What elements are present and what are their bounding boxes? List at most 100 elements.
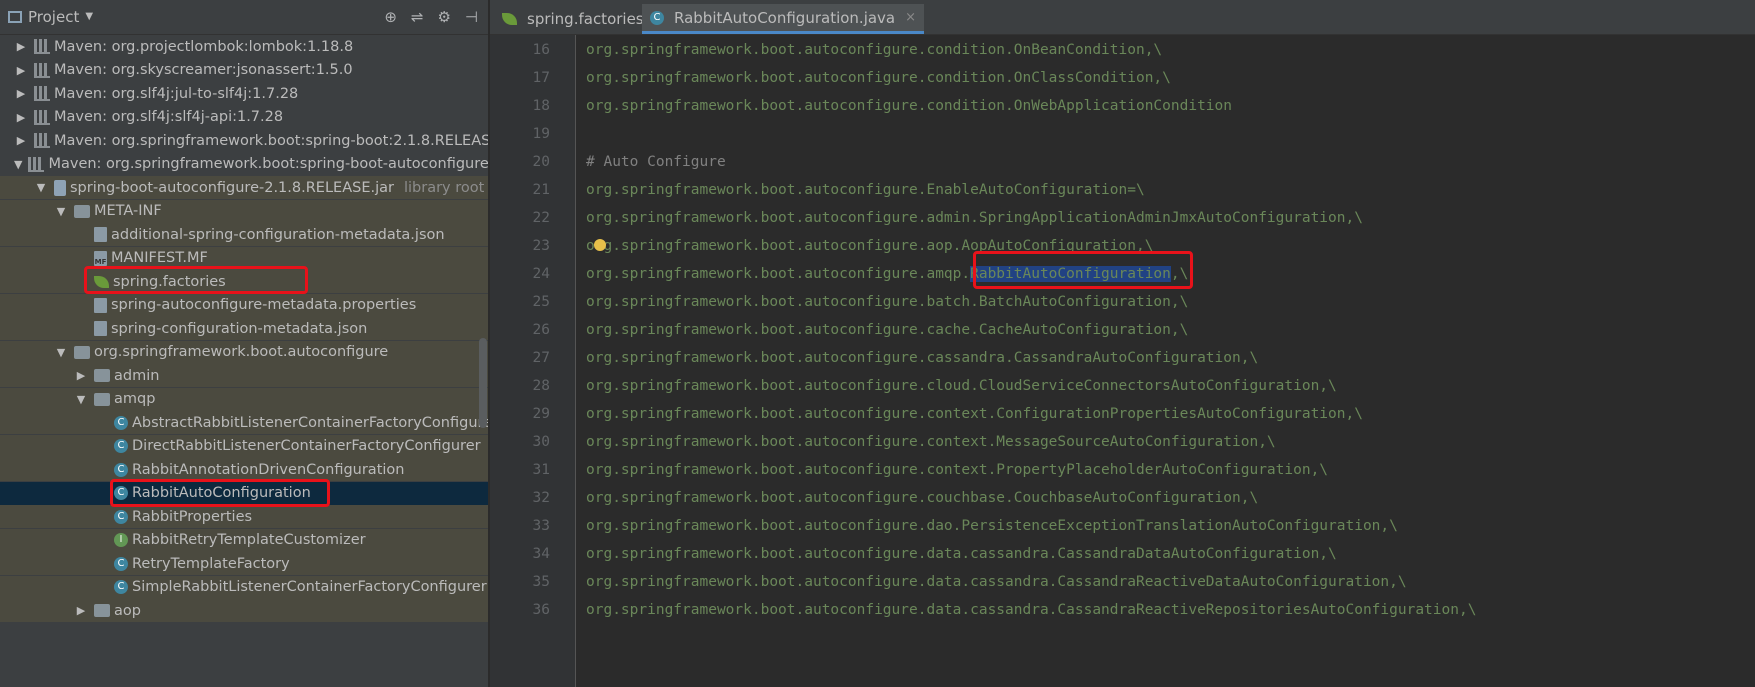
line-number: 20 [532, 154, 550, 170]
tree-item[interactable]: ▶ admin [0, 364, 488, 387]
tree-item-label: aop [114, 602, 141, 619]
tree-item[interactable]: ▼ org.springframework.boot.autoconfigure [0, 340, 488, 364]
line-number: 29 [532, 406, 550, 422]
tree-item-label: admin [114, 367, 160, 384]
tree-item[interactable]: C AbstractRabbitListenerContainerFactoryC… [0, 411, 488, 434]
line-number: 32 [532, 490, 550, 506]
tree-item-label: RabbitAutoConfiguration [132, 485, 311, 501]
tree-item[interactable]: ▼ spring-boot-autoconfigure-2.1.8.RELEASE… [0, 176, 488, 199]
code-line: 26 org.springframework.boot.autoconfigure… [490, 316, 1755, 344]
tree-item-label: Maven: org.springframework.boot:spring-b… [54, 132, 488, 149]
code-text: org.springframework.boot.autoconfigure.c… [586, 350, 1259, 366]
line-number: 21 [532, 182, 550, 198]
project-view-selector[interactable]: Project ▼ [8, 0, 93, 34]
collapsed-arrow-icon[interactable]: ▶ [14, 134, 28, 147]
line-number: 17 [532, 70, 550, 86]
class-icon: C [114, 580, 128, 594]
code-line: 36 org.springframework.boot.autoconfigure… [490, 596, 1755, 624]
close-icon[interactable]: × [905, 10, 916, 25]
class-icon: C [114, 486, 128, 500]
line-number: 27 [532, 350, 550, 366]
tree-item-label: RabbitAnnotationDrivenConfiguration [132, 461, 405, 478]
project-icon [8, 11, 22, 23]
collapsed-arrow-icon[interactable]: ▶ [14, 111, 28, 124]
tree-item-label: RabbitRetryTemplateCustomizer [132, 532, 366, 548]
tree-item[interactable]: MF MANIFEST.MF [0, 246, 488, 270]
line-number: 22 [532, 210, 550, 226]
code-line: 29 org.springframework.boot.autoconfigure… [490, 400, 1755, 428]
tab-rabbit-auto-configuration[interactable]: C RabbitAutoConfiguration.java × [642, 4, 925, 34]
tree-item[interactable]: ▶ aop [0, 599, 488, 622]
intention-bulb-icon[interactable] [594, 239, 606, 251]
tree-item-label: Maven: org.skyscreamer:jsonassert:1.5.0 [54, 62, 353, 78]
tree-item[interactable]: ▶ Maven: org.skyscreamer:jsonassert:1.5.0 [0, 59, 488, 82]
tree-item-label: org.springframework.boot.autoconfigure [94, 344, 389, 360]
code-text: org.springframework.boot.autoconfigure.c… [586, 434, 1276, 450]
folder-icon [74, 345, 90, 359]
expanded-arrow-icon[interactable]: ▼ [34, 181, 48, 194]
library-icon [34, 133, 50, 148]
chevron-down-icon[interactable]: ▼ [85, 0, 93, 34]
tree-scrollbar[interactable] [479, 338, 487, 428]
class-icon: C [114, 415, 128, 430]
locate-icon[interactable]: ⊕ [384, 8, 397, 26]
tree-item-label: DirectRabbitListenerContainerFactoryConf… [132, 438, 481, 454]
tree-item[interactable]: C RabbitAnnotationDrivenConfiguration [0, 458, 488, 481]
tree-item[interactable]: C RabbitProperties [0, 505, 488, 528]
expanded-arrow-icon[interactable]: ▼ [54, 346, 68, 359]
collapse-all-icon[interactable]: ⇌ [411, 8, 424, 26]
line-number: 25 [532, 294, 550, 310]
collapsed-arrow-icon[interactable]: ▶ [14, 40, 28, 53]
code-line: 30 org.springframework.boot.autoconfigure… [490, 428, 1755, 456]
expanded-arrow-icon[interactable]: ▼ [74, 393, 88, 406]
editor-tabbar: spring.factories × C RabbitAutoConfigura… [490, 0, 1755, 35]
collapsed-arrow-icon[interactable]: ▶ [14, 87, 28, 100]
code-line: 33 org.springframework.boot.autoconfigure… [490, 512, 1755, 540]
code-line: 25 org.springframework.boot.autoconfigure… [490, 288, 1755, 316]
tree-item[interactable]: ▶ Maven: org.slf4j:jul-to-slf4j:1.7.28 [0, 82, 488, 105]
tree-item[interactable]: C SimpleRabbitListenerContainerFactoryCon… [0, 575, 488, 599]
tree-item-label: RetryTemplateFactory [132, 555, 290, 572]
code-text: org.springframework.boot.autoconfigure.c… [586, 490, 1259, 506]
tree-item[interactable]: spring.factories [0, 270, 488, 293]
line-number: 31 [532, 462, 550, 478]
tree-item[interactable]: additional-spring-configuration-metadata… [0, 223, 488, 246]
jar-icon [54, 179, 66, 196]
code-line: 28 org.springframework.boot.autoconfigure… [490, 372, 1755, 400]
collapsed-arrow-icon[interactable]: ▶ [14, 64, 28, 77]
tree-item[interactable]: ▶ Maven: org.springframework.boot:spring-… [0, 129, 488, 152]
tab-label: RabbitAutoConfiguration.java [674, 8, 896, 27]
code-prefix: org.springframework.boot.autoconfigure.a… [586, 266, 971, 282]
tree-item[interactable]: C RetryTemplateFactory [0, 552, 488, 575]
tree-item[interactable]: ▼ META-INF [0, 199, 488, 223]
code-line: 32 org.springframework.boot.autoconfigure… [490, 484, 1755, 512]
tree-item[interactable]: ▶ Maven: org.slf4j:slf4j-api:1.7.28 [0, 106, 488, 129]
expanded-arrow-icon[interactable]: ▼ [14, 158, 22, 171]
code-text: org.springframework.boot.autoconfigure.a… [586, 238, 1154, 254]
hide-panel-icon[interactable]: ⊣ [465, 8, 478, 26]
code-text: org.springframework.boot.autoconfigure.c… [586, 406, 1363, 422]
spring-leaf-icon [94, 275, 109, 288]
collapsed-arrow-icon[interactable]: ▶ [74, 604, 88, 617]
expanded-arrow-icon[interactable]: ▼ [54, 205, 68, 218]
tree-item[interactable]: ▼ amqp [0, 387, 488, 411]
tree-item[interactable]: spring-configuration-metadata.json [0, 317, 488, 340]
tree-item-label: Maven: org.slf4j:jul-to-slf4j:1.7.28 [54, 85, 299, 102]
tree-item[interactable]: spring-autoconfigure-metadata.properties [0, 293, 488, 317]
collapsed-arrow-icon[interactable]: ▶ [74, 369, 88, 382]
code-line: 21 org.springframework.boot.autoconfigure… [490, 176, 1755, 204]
tree-item-label: amqp [114, 391, 156, 407]
code-line: 19 [490, 120, 1755, 148]
line-number: 26 [532, 322, 550, 338]
tree-item-label: MANIFEST.MF [111, 250, 208, 266]
tree-item[interactable]: ▼ Maven: org.springframework.boot:spring-… [0, 153, 488, 176]
tree-item[interactable]: C RabbitAutoConfiguration [0, 481, 488, 505]
project-title: Project [28, 8, 80, 26]
tree-item[interactable]: I RabbitRetryTemplateCustomizer [0, 528, 488, 552]
gear-icon[interactable]: ⚙ [437, 8, 450, 26]
code-line: 24 org.springframework.boot.autoconfigure… [490, 260, 1755, 288]
tree-item[interactable]: C DirectRabbitListenerContainerFactoryCon… [0, 434, 488, 458]
code-editor[interactable]: 16 org.springframework.boot.autoconfigure… [490, 35, 1755, 687]
tree-item[interactable]: ▶ Maven: org.projectlombok:lombok:1.18.8 [0, 35, 488, 58]
project-panel: Project ▼ ⊕ ⇌ ⚙ ⊣ ▶ Maven: org.projectlom… [0, 0, 488, 687]
